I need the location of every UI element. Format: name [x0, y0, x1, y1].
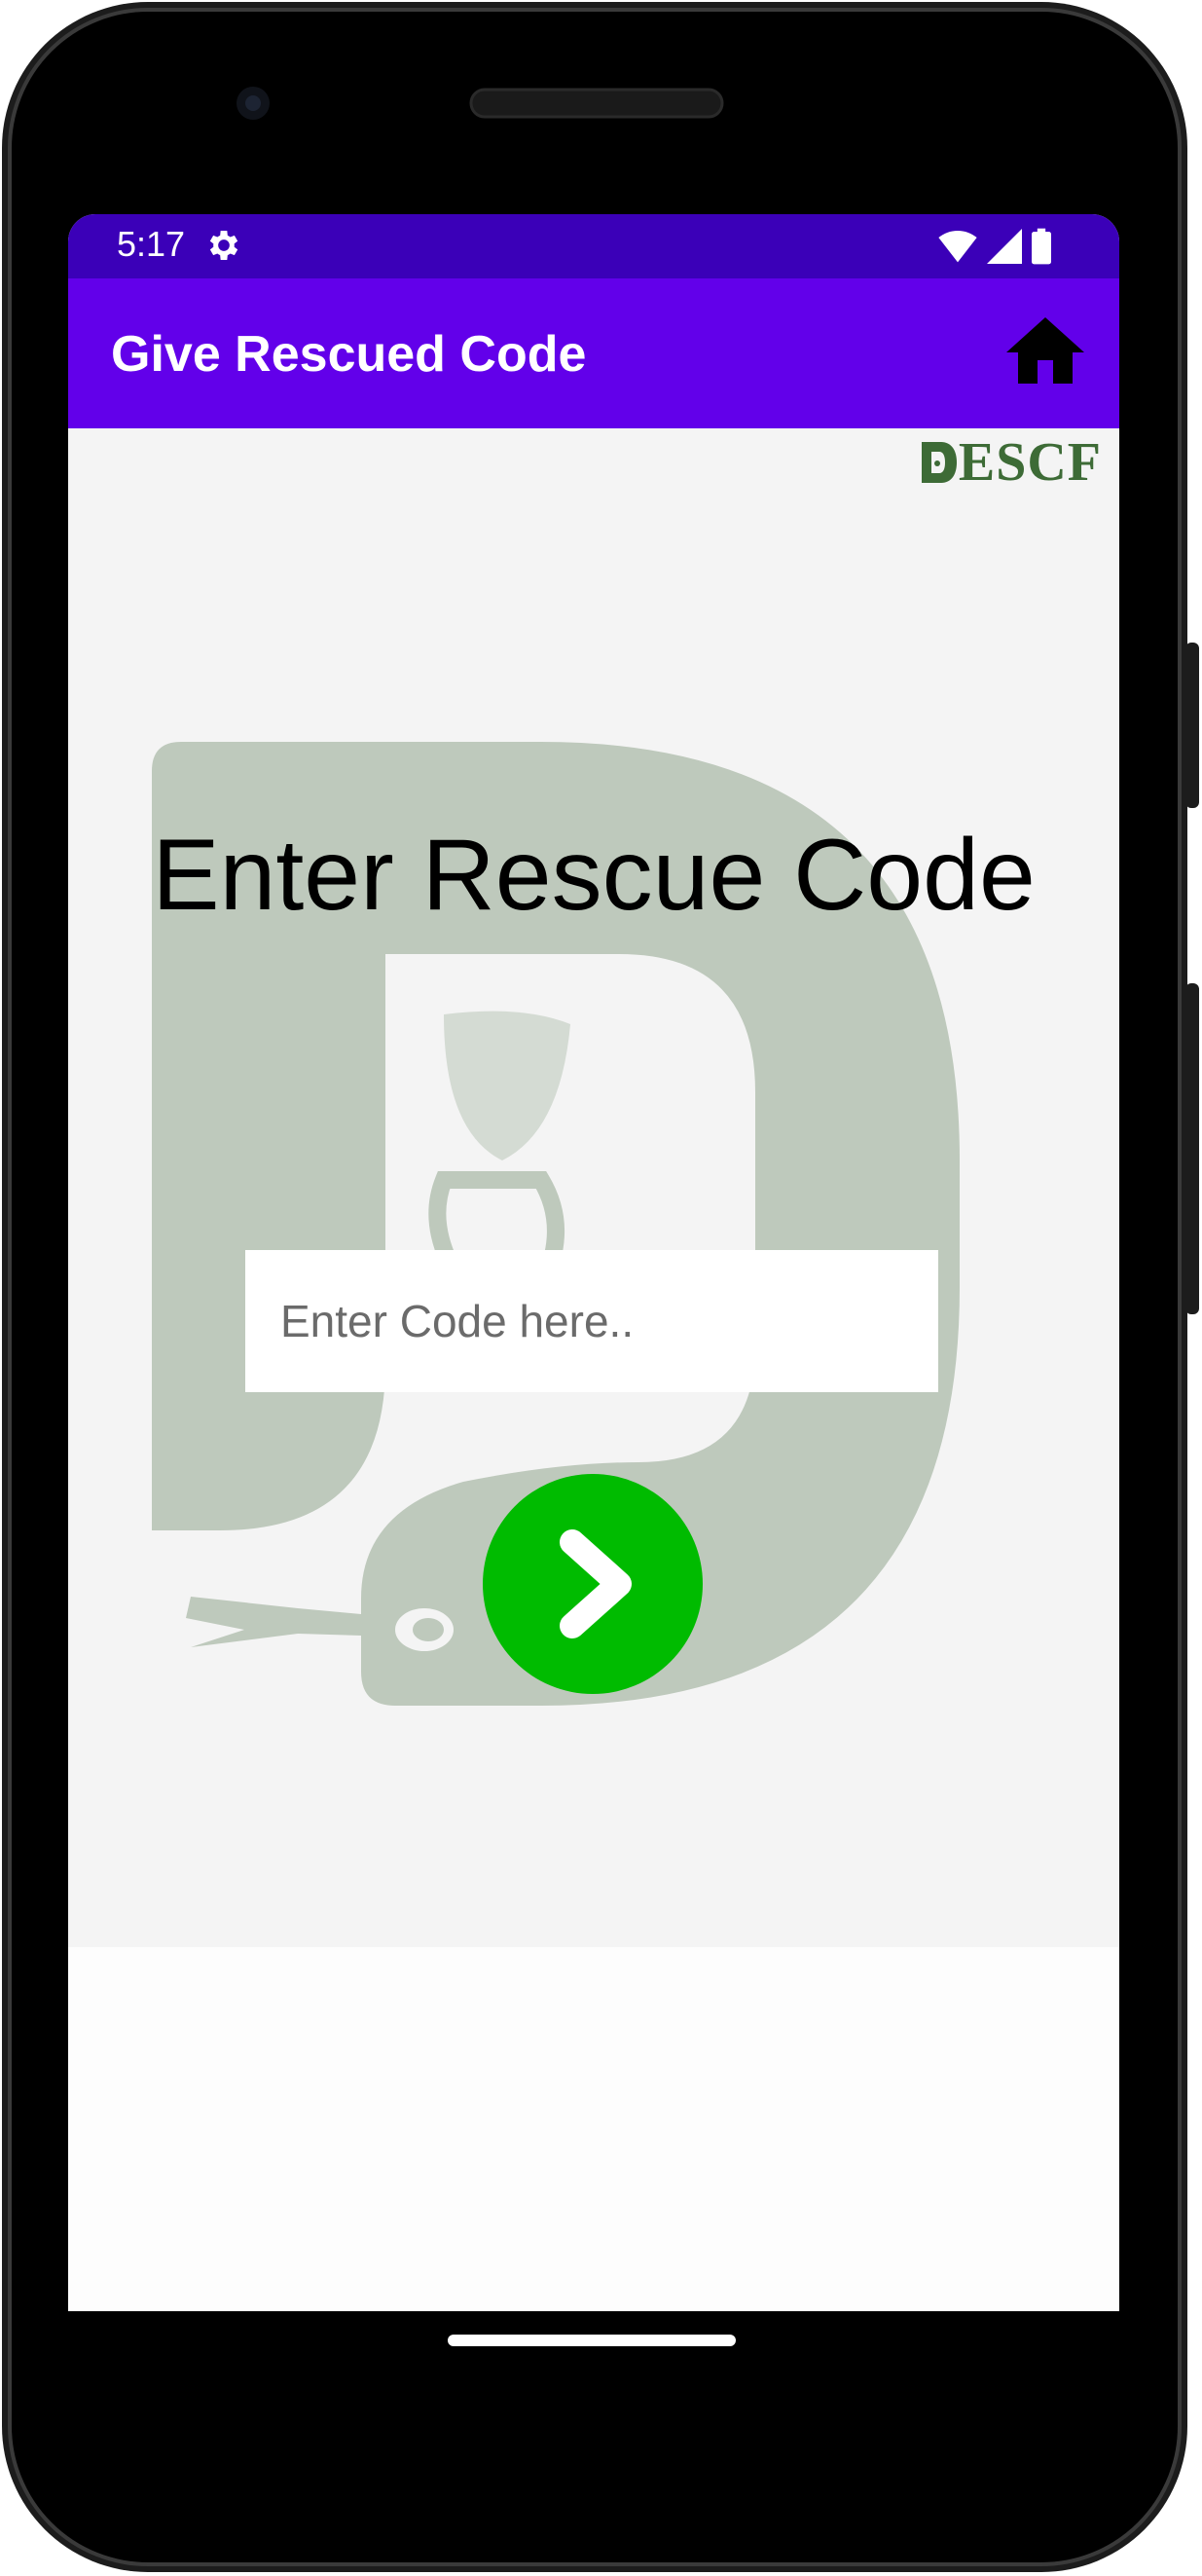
rescue-code-input[interactable]: [245, 1250, 938, 1392]
brand-logo: ESCF: [920, 432, 1102, 493]
status-bar: 5:17: [68, 214, 1119, 278]
status-time: 5:17: [117, 224, 186, 264]
app-screen: 5:17 Give Rescued Code ESCF Enter Rescue…: [68, 214, 1119, 2311]
battery-icon: [1032, 228, 1051, 265]
page-heading: Enter Rescue Code: [152, 819, 1036, 932]
status-icons: [938, 228, 1051, 265]
app-title: Give Rescued Code: [111, 326, 587, 383]
chevron-right-icon: [560, 1529, 632, 1638]
device-screenshot: 5:17 Give Rescued Code ESCF Enter Rescue…: [0, 0, 1202, 2576]
home-icon[interactable]: [999, 306, 1092, 399]
gesture-nav-handle[interactable]: [448, 2335, 736, 2346]
submit-code-button[interactable]: [483, 1474, 703, 1694]
content-area: ESCF Enter Rescue Code: [68, 428, 1119, 1947]
wifi-icon: [938, 230, 977, 263]
brand-logo-text: ESCF: [958, 432, 1102, 493]
settings-gear-icon: [209, 231, 238, 260]
brand-logo-mark: [921, 442, 957, 483]
cell-signal-icon: [987, 229, 1022, 264]
app-bar: Give Rescued Code: [68, 278, 1119, 428]
